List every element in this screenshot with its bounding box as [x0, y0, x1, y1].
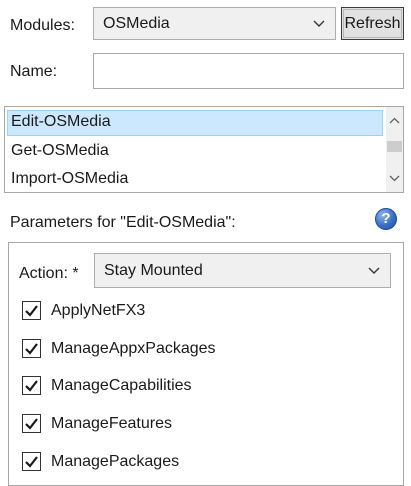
checkmark-icon	[25, 305, 38, 317]
name-label: Name:	[10, 63, 58, 80]
list-item-import-osmedia[interactable]: Import-OSMedia	[7, 167, 383, 192]
checkbox-label: ManagePackages	[51, 453, 180, 470]
checkbox-label: ManageCapabilities	[51, 377, 192, 394]
action-label: Action: *	[19, 265, 79, 282]
list-item-label: Get-OSMedia	[11, 142, 109, 159]
modules-label: Modules:	[10, 17, 75, 34]
checkbox[interactable]	[22, 414, 41, 433]
scroll-down-icon[interactable]	[389, 175, 400, 182]
modules-dropdown[interactable]: OSMedia	[93, 7, 336, 40]
checkbox[interactable]	[22, 376, 41, 395]
chevron-down-icon	[368, 267, 380, 274]
checkmark-icon	[25, 380, 38, 392]
scroll-up-icon[interactable]	[389, 117, 400, 124]
command-list-scrollbar[interactable]	[386, 107, 403, 192]
list-item-get-osmedia[interactable]: Get-OSMedia	[7, 139, 383, 165]
checkmark-icon	[25, 343, 38, 355]
chevron-down-icon	[313, 20, 325, 27]
list-item-edit-osmedia[interactable]: Edit-OSMedia	[7, 110, 383, 136]
action-dropdown-value: Stay Mounted	[104, 261, 203, 279]
action-dropdown[interactable]: Stay Mounted	[94, 253, 391, 288]
modules-dropdown-value: OSMedia	[103, 14, 170, 32]
checkbox-label: ManageFeatures	[51, 415, 172, 432]
parameters-title: Parameters for "Edit-OSMedia":	[10, 214, 236, 231]
list-item-label: Edit-OSMedia	[11, 113, 111, 130]
name-field[interactable]	[93, 53, 404, 89]
help-icon[interactable]: ?	[375, 208, 397, 230]
scrollbar-thumb[interactable]	[387, 141, 402, 152]
checkmark-icon	[25, 418, 38, 430]
command-list[interactable]: Edit-OSMedia Get-OSMedia Import-OSMedia	[4, 106, 404, 193]
checkbox[interactable]	[22, 339, 41, 358]
list-item-label: Import-OSMedia	[11, 170, 129, 187]
parameters-panel: Action: * Stay Mounted ApplyNetFX3 Manag…	[8, 242, 404, 486]
edit-osmedia-command-window: Modules: OSMedia Refresh Name: Edit-OSMe…	[0, 0, 411, 486]
checkbox-label: ApplyNetFX3	[51, 302, 146, 319]
checkbox-label: ManageAppxPackages	[51, 340, 216, 357]
checkbox[interactable]	[22, 301, 41, 320]
checkbox[interactable]	[22, 452, 41, 471]
checkmark-icon	[25, 456, 38, 468]
refresh-button[interactable]: Refresh	[341, 7, 404, 40]
